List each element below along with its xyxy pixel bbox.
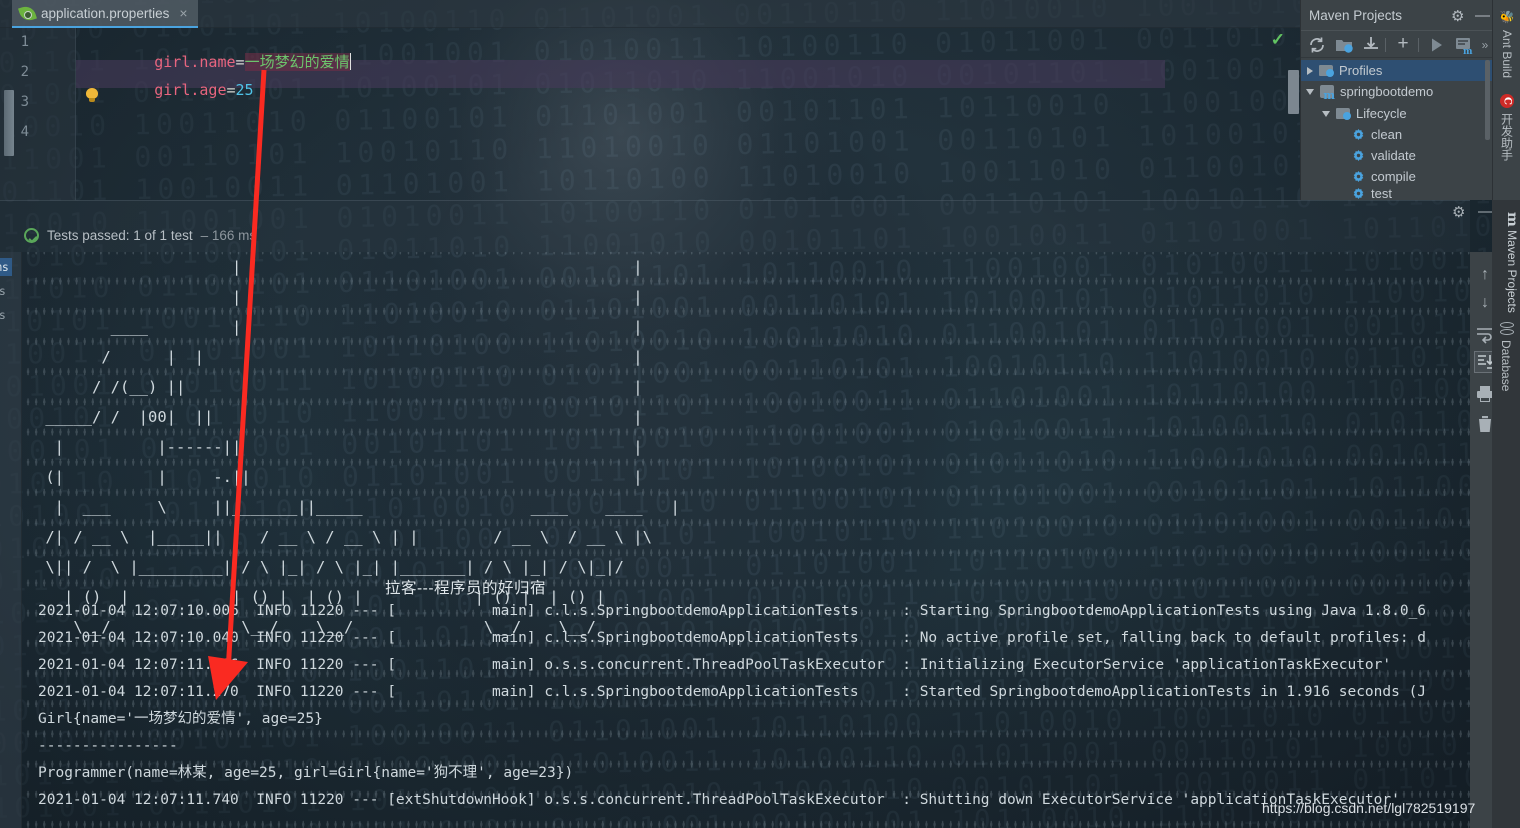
svg-text:m: m (1463, 47, 1473, 55)
maven-panel-header: Maven Projects ⚙ — (1301, 0, 1492, 30)
divider (0, 200, 1470, 201)
maven-projects-panel: Maven Projects ⚙ — + m » Profiles m spri… (1300, 0, 1492, 200)
editor-body[interactable]: 1 2 3 4 girl.name=一场梦幻的爱情 girl.age=25 (0, 28, 1300, 200)
editor-area: application.properties × 1 2 3 4 girl.na… (0, 0, 1300, 200)
spring-ascii-banner: | | | | ____ | | / | | | / /(__) || | __… (45, 258, 680, 636)
gear-icon (1353, 128, 1364, 141)
maven-tree-item-springbootdemo[interactable]: springbootdemo (1301, 81, 1492, 102)
reload-icon[interactable] (1307, 35, 1327, 55)
code-line-2: girl.age=25 (82, 63, 254, 117)
tool-tab-ant-build[interactable]: 🐝 Ant Build (1493, 4, 1520, 78)
editor-gutter: 1 2 3 4 (0, 28, 76, 200)
maven-tree-label: validate (1371, 148, 1416, 163)
download-sources-icon[interactable] (1361, 35, 1381, 55)
maven-tree-label: compile (1371, 169, 1416, 184)
editor-tabbar: application.properties × (0, 0, 1300, 28)
test-status-text: Tests passed: 1 of 1 test (47, 228, 193, 243)
maven-toolbar: + m » (1301, 30, 1492, 58)
gear-icon (1353, 187, 1364, 200)
property-value: 一场梦幻的爱情 (244, 53, 350, 71)
maven-tree-label: springbootdemo (1340, 84, 1434, 99)
line-number: 2 (20, 64, 29, 80)
maven-panel-title: Maven Projects (1309, 8, 1403, 23)
maven-tree-item-test[interactable]: test (1301, 187, 1492, 200)
log-line-separator: ---------------- (38, 738, 178, 754)
minimize-icon[interactable]: — (1475, 7, 1490, 24)
run-icon[interactable] (1426, 35, 1446, 55)
text-caret (349, 53, 352, 70)
maven-tree-item-profiles[interactable]: Profiles (1301, 60, 1492, 81)
gear-icon[interactable]: ⚙ (1451, 7, 1464, 25)
maven-tree-label: clean (1371, 127, 1403, 142)
gutter-scrollbar[interactable] (4, 90, 14, 156)
log-line-programmer-output: Programmer(name=林某, age=25, girl=Girl{na… (38, 765, 574, 781)
csdn-icon: C (1500, 94, 1514, 108)
tool-tab-maven-projects[interactable]: m Maven Projects (1492, 206, 1520, 313)
test-status: Tests passed: 1 of 1 test – 166 ms (24, 228, 256, 243)
chevron-right-icon[interactable] (1307, 66, 1313, 75)
test-status-strip: Tests passed: 1 of 1 test – 166 ms (0, 200, 1470, 252)
maven-tree-item-lifecycle[interactable]: Lifecycle (1301, 103, 1492, 124)
folder-icon (1319, 65, 1334, 77)
gear-icon[interactable]: ⚙ (1452, 203, 1465, 221)
test-timing[interactable]: ms (0, 284, 6, 298)
maven-m-icon: m (1504, 212, 1520, 227)
log-line: 2021-01-04 12:07:10.006 INFO 11220 --- [… (38, 603, 1427, 619)
watermark: https://blog.csdn.net/lgl782519197 (1262, 800, 1476, 816)
test-duration: – 166 ms (200, 228, 257, 243)
chevron-down-icon[interactable] (1322, 110, 1330, 117)
inspection-ok-icon[interactable]: ✓ (1271, 30, 1285, 50)
maven-tree-item-validate[interactable]: validate (1301, 145, 1492, 166)
maven-tree-item-compile[interactable]: compile (1301, 166, 1492, 187)
reimport-icon[interactable] (1334, 35, 1354, 55)
check-circle-icon (24, 228, 39, 243)
divider (1418, 38, 1419, 52)
log-line: 2021-01-04 12:07:10.040 INFO 11220 --- [… (38, 630, 1427, 646)
close-icon[interactable]: × (179, 5, 187, 21)
property-key: girl.age (154, 81, 227, 99)
gear-icon (1353, 170, 1364, 183)
spring-leaf-icon (18, 3, 37, 23)
line-number: 1 (20, 34, 29, 50)
right-tool-stripe-bottom: m Maven Projects Database (1492, 200, 1520, 828)
test-timing[interactable]: ms (0, 308, 6, 322)
property-value: 25 (235, 81, 254, 99)
tool-tab-label: Database (1499, 340, 1513, 392)
editor-scrollbar-thumb[interactable] (1288, 70, 1299, 114)
property-equals: = (226, 81, 236, 99)
editor-tab-label: application.properties (41, 5, 170, 21)
tool-tab-label: Maven Projects (1505, 230, 1519, 313)
log-line: 2021-01-04 12:07:11.270 INFO 11220 --- [… (38, 684, 1427, 700)
maven-tree-label: Lifecycle (1356, 106, 1407, 121)
execute-goal-icon[interactable]: m (1453, 35, 1473, 55)
editor-tab-application-properties[interactable]: application.properties × (12, 0, 198, 28)
maven-tree-label: Profiles (1339, 63, 1383, 78)
chevron-down-icon[interactable] (1306, 88, 1314, 95)
banner-subtitle: 拉客---程序员的好归宿 (385, 580, 546, 597)
ide-window: 01001010 11010010 00110101 10100101 0101… (0, 0, 1520, 828)
tool-tab-label: 开发助手 (1499, 113, 1514, 161)
database-icon (1500, 322, 1514, 335)
tool-tab-label: Ant Build (1500, 29, 1514, 78)
tool-tab-database[interactable]: Database (1492, 322, 1520, 391)
maven-panel-scrollbar[interactable] (1485, 60, 1490, 140)
divider (1385, 38, 1386, 52)
tool-tab-dev-assistant[interactable]: C 开发助手 (1493, 88, 1520, 161)
ant-icon: 🐝 (1500, 10, 1514, 25)
maven-module-icon (1320, 85, 1335, 102)
folder-icon (1336, 108, 1351, 120)
test-timing[interactable]: ms (0, 258, 12, 276)
maven-tree-item-clean[interactable]: clean (1301, 124, 1492, 145)
gear-icon (1353, 149, 1364, 162)
maven-tree-label: test (1371, 187, 1392, 200)
right-tool-stripe-top: 🐝 Ant Build C 开发助手 (1492, 0, 1520, 200)
log-line: 2021-01-04 12:07:11.256 INFO 11220 --- [… (38, 657, 1392, 673)
console-output[interactable]: | | | | ____ | | / | | | / /(__) || | __… (22, 252, 1470, 828)
log-line: 2021-01-04 12:07:11.740 INFO 11220 --- [… (38, 792, 1400, 808)
minimize-icon[interactable]: — (1478, 203, 1493, 220)
add-icon[interactable]: + (1393, 34, 1413, 55)
log-line-girl-output: Girl{name='一场梦幻的爱情', age=25} (38, 711, 323, 727)
test-tree-sliver[interactable]: ms ms ms (0, 252, 22, 828)
